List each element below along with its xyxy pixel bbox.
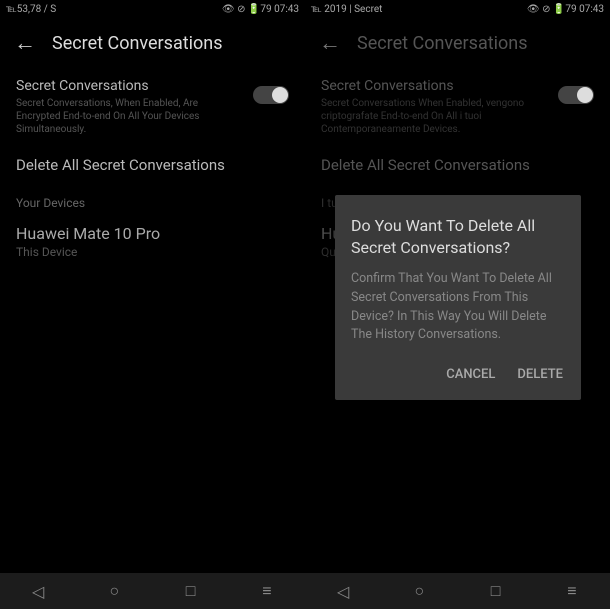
nav-back-icon[interactable]: ◁	[305, 582, 381, 601]
status-left: ℡53,78 / S	[6, 4, 56, 15]
status-right: 👁 ⊘ 🔋79 07:43	[527, 4, 604, 15]
delete-button[interactable]: DELETE	[515, 361, 565, 388]
toggle-text: Secret Conversations Secret Conversation…	[321, 78, 558, 136]
delete-all-button[interactable]: Delete All Secret Conversations	[0, 142, 305, 184]
page-title: Secret Conversations	[52, 33, 223, 54]
toggle-knob-icon	[577, 87, 593, 103]
page-title: Secret Conversations	[357, 33, 528, 54]
toggle-description: Secret Conversations, When Enabled, Are …	[16, 97, 226, 136]
toggle-section: Secret Conversations Secret Conversation…	[305, 68, 610, 142]
status-left: ℡ 2019 | Secret	[311, 4, 382, 15]
secret-conversations-toggle[interactable]	[558, 86, 594, 104]
dialog-body: Confirm That You Want To Delete All Secr…	[351, 270, 565, 345]
cancel-button[interactable]: CANCEL	[444, 361, 497, 388]
toggle-label: Secret Conversations	[16, 78, 253, 94]
dialog-actions: CANCEL DELETE	[351, 361, 565, 388]
status-bar: ℡ 2019 | Secret 👁 ⊘ 🔋79 07:43	[305, 0, 610, 18]
nav-back-icon[interactable]: ◁	[0, 582, 76, 601]
delete-all-button[interactable]: Delete All Secret Conversations	[305, 142, 610, 184]
nav-recent-icon[interactable]: □	[153, 581, 229, 601]
device-sub: This Device	[16, 245, 289, 259]
toggle-label: Secret Conversations	[321, 78, 558, 94]
nav-home-icon[interactable]: ○	[381, 581, 457, 601]
nav-menu-icon[interactable]: ≡	[534, 581, 610, 601]
toggle-row: Secret Conversations Secret Conversation…	[321, 78, 594, 136]
status-bar: ℡53,78 / S 👁 ⊘ 🔋79 07:43	[0, 0, 305, 18]
nav-bar: ◁ ○ □ ≡	[0, 573, 305, 609]
nav-home-icon[interactable]: ○	[76, 581, 152, 601]
nav-menu-icon[interactable]: ≡	[229, 581, 305, 601]
status-right: 👁 ⊘ 🔋79 07:43	[222, 4, 299, 15]
toggle-description: Secret Conversations When Enabled, vengo…	[321, 97, 531, 136]
device-name: Huawei Mate 10 Pro	[16, 224, 289, 243]
header: ← Secret Conversations	[305, 18, 610, 68]
screen-right: ℡ 2019 | Secret 👁 ⊘ 🔋79 07:43 ← Secret C…	[305, 0, 610, 609]
toggle-section: Secret Conversations Secret Conversation…	[0, 68, 305, 142]
header: ← Secret Conversations	[0, 18, 305, 68]
secret-conversations-toggle[interactable]	[253, 86, 289, 104]
devices-section: Your Devices Huawei Mate 10 Pro This Dev…	[0, 184, 305, 271]
screen-left: ℡53,78 / S 👁 ⊘ 🔋79 07:43 ← Secret Conver…	[0, 0, 305, 609]
back-icon[interactable]: ←	[14, 30, 36, 56]
dialog-title: Do You Want To Delete All Secret Convers…	[351, 215, 565, 258]
nav-recent-icon[interactable]: □	[458, 581, 534, 601]
toggle-knob-icon	[272, 87, 288, 103]
devices-label: Your Devices	[16, 196, 289, 210]
nav-bar: ◁ ○ □ ≡	[305, 573, 610, 609]
toggle-row: Secret Conversations Secret Conversation…	[16, 78, 289, 136]
delete-confirmation-dialog: Do You Want To Delete All Secret Convers…	[335, 195, 581, 400]
back-icon[interactable]: ←	[319, 30, 341, 56]
toggle-text: Secret Conversations Secret Conversation…	[16, 78, 253, 136]
